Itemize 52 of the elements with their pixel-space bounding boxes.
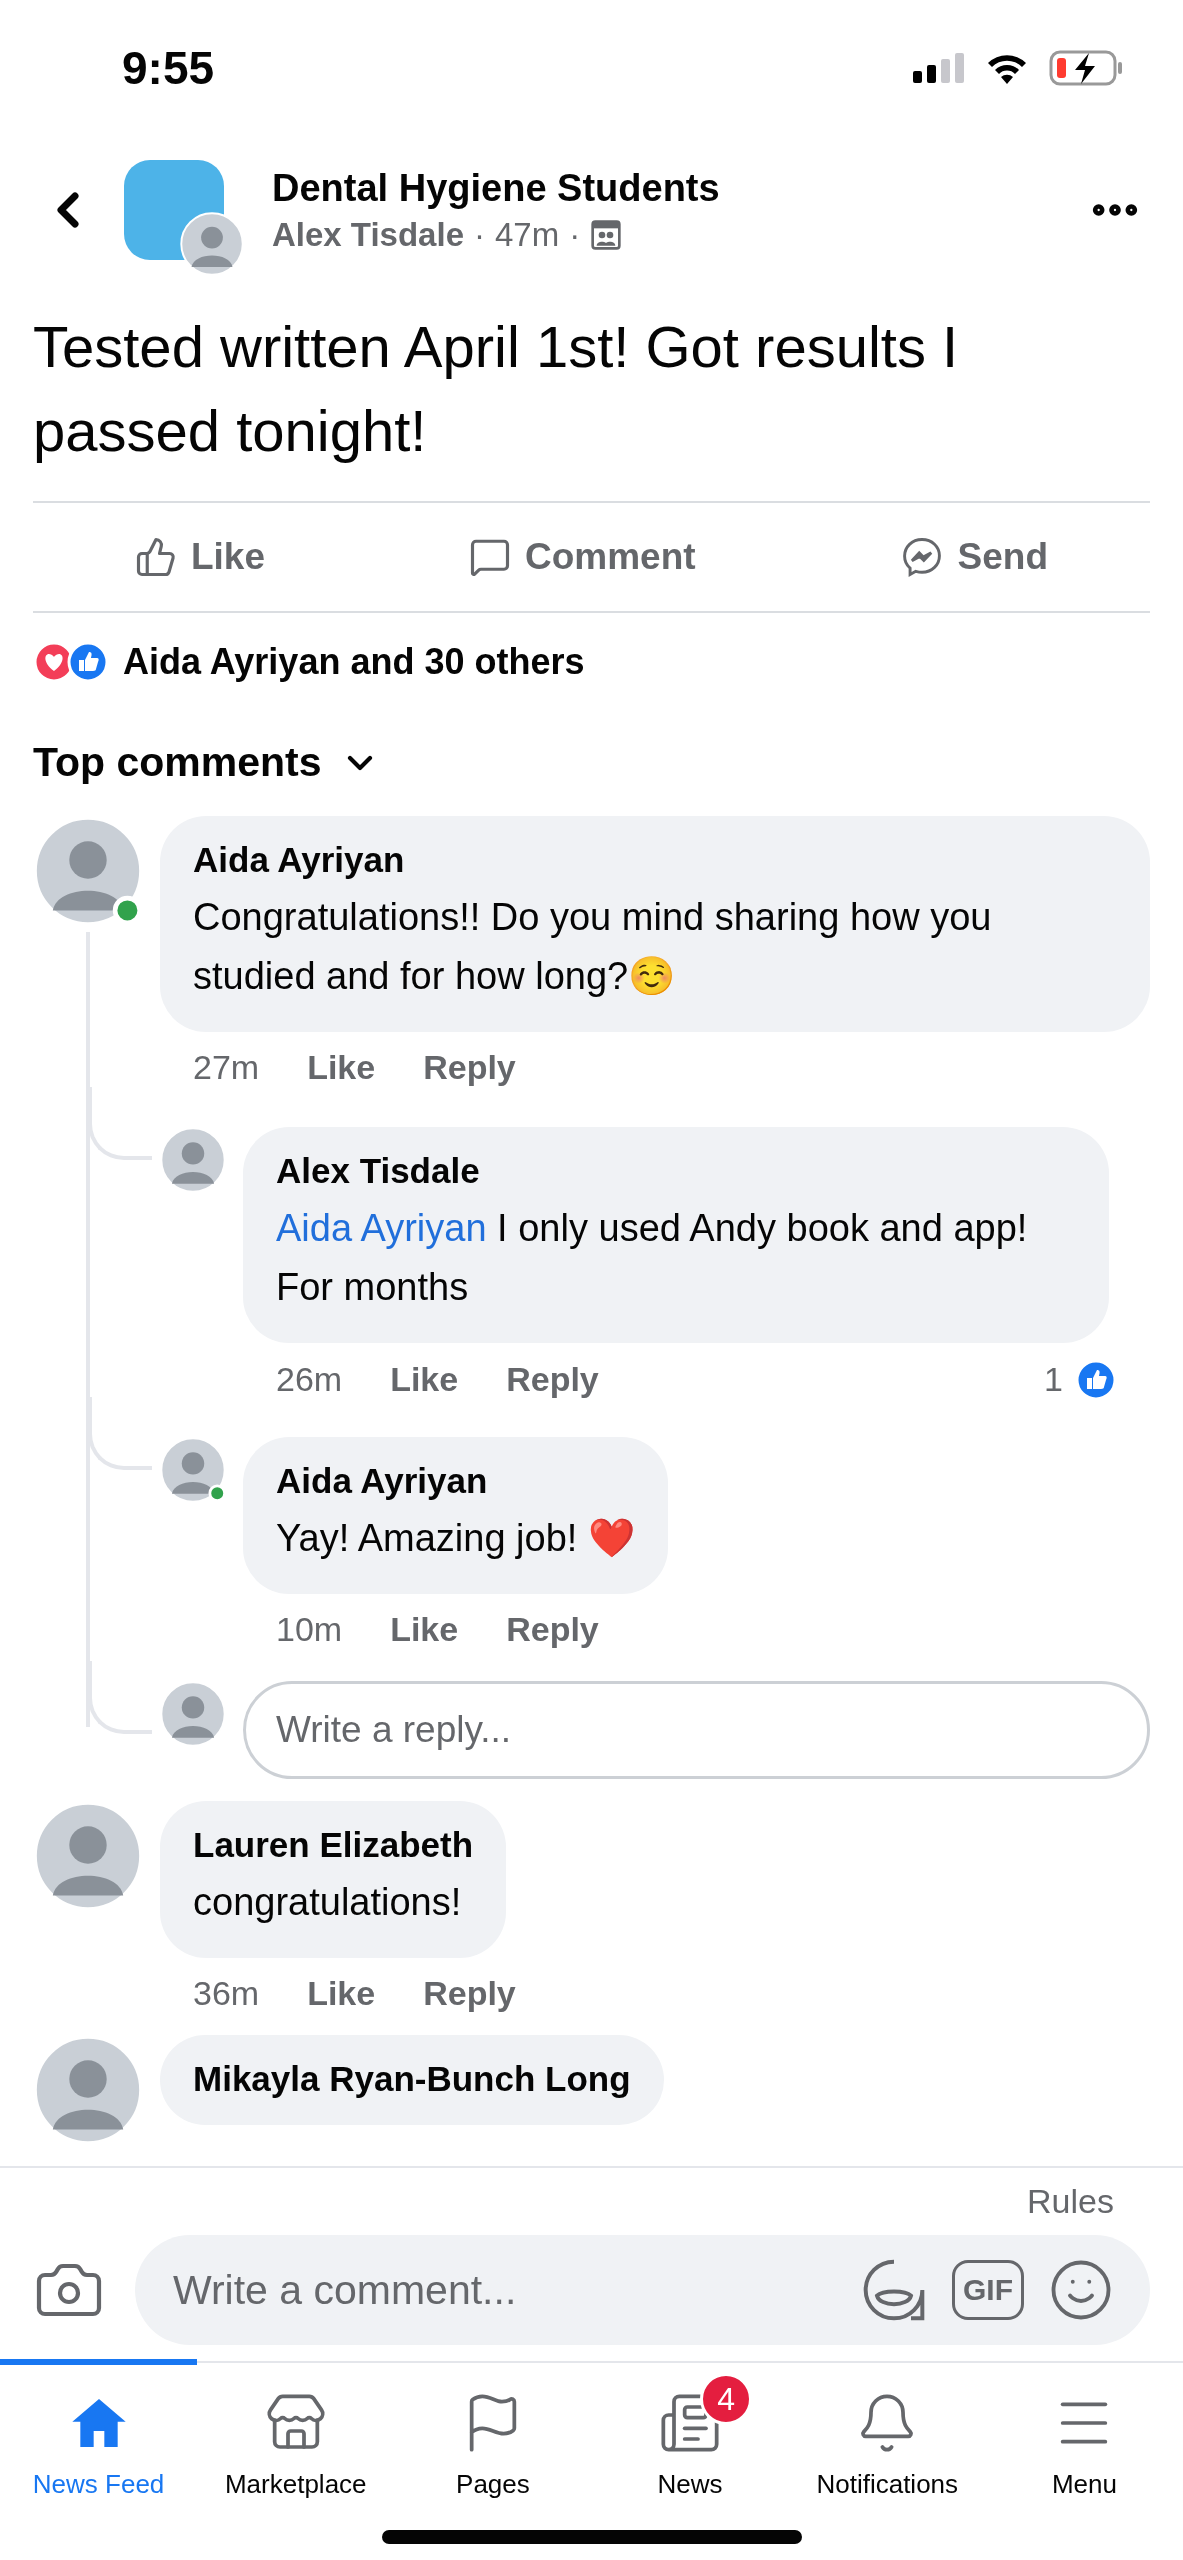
comment-text: Congratulations!! Do you mind sharing how you studied and for how long?☺ [193,895,993,1000]
send-button[interactable]: Send [889,525,1058,590]
nav-tab[interactable]: Notifications [788,2359,986,2500]
comment-text: Yay! Amazing job! ❤ [276,1515,635,1561]
mention-link[interactable]: Aida Ayriyan [276,1206,487,1249]
gif-button[interactable]: GIF [952,2260,1024,2320]
nav-tab[interactable]: Pages [394,2359,592,2500]
avatar[interactable] [160,1680,226,1747]
comment-field[interactable]: Write a comment... GIF [135,2235,1150,2345]
avatar[interactable] [160,1126,226,1193]
like-count: 1 [1044,1360,1063,1400]
comment-time: 36m [193,1973,260,2013]
avatar[interactable] [160,1436,226,1503]
comment-button[interactable]: Comment [458,526,706,589]
reply-field[interactable]: Write a reply... [243,1680,1150,1779]
nav-tab[interactable]: News Feed [0,2359,198,2500]
nav-tab[interactable]: Marketplace [197,2359,395,2500]
comment-author[interactable]: Aida Ayriyan [193,840,1117,881]
comment-time: 27m [193,1047,260,1087]
like-link[interactable]: Like [390,1609,459,1649]
reply-link[interactable]: Reply [423,1047,516,1087]
post-time: 47m [495,215,560,254]
reply-link[interactable]: Reply [506,1609,599,1649]
comment-time: 26m [276,1360,343,1400]
like-link[interactable]: Like [307,1047,376,1087]
comment-author[interactable]: Alex Tisdale [276,1150,1076,1191]
comment-author[interactable]: Aida Ayriyan [276,1460,635,1501]
signal-icon [913,52,965,83]
avatar[interactable] [180,212,244,276]
post-author[interactable]: Alex Tisdale [272,215,464,254]
like-button[interactable]: Like [124,526,275,589]
thumbs-up-icon [134,536,177,579]
like-link[interactable]: Like [390,1360,459,1400]
nav-tab[interactable]: Menu [985,2359,1183,2500]
separator-dot: · [569,215,581,254]
nav-tab[interactable]: 4 News [591,2359,789,2500]
battery-icon [1049,49,1123,86]
group-name[interactable]: Dental Hygiene Students [272,166,1059,210]
reply-link[interactable]: Reply [423,1973,516,2013]
reactions-summary[interactable]: Aida Ayriyan and 30 others [123,641,585,684]
group-privacy-icon [590,218,623,251]
comment-text: congratulations! [193,1879,463,1925]
status-time: 9:55 [122,40,215,95]
comment-time: 10m [276,1609,343,1649]
separator-dot: · [474,215,485,254]
comments-sort-button[interactable]: Top comments [0,711,1183,817]
comment-author[interactable]: Lauren Elizabeth [193,1824,474,1865]
reply-link[interactable]: Reply [506,1360,599,1400]
like-link[interactable]: Like [307,1973,376,2013]
rules-link[interactable]: Rules [1027,2182,1150,2221]
post-text: Tested written April 1st! Got results I passed tonight! [33,313,960,466]
comment-text: Aida Ayriyan I only used Andy book and app! For months [276,1205,1029,1310]
